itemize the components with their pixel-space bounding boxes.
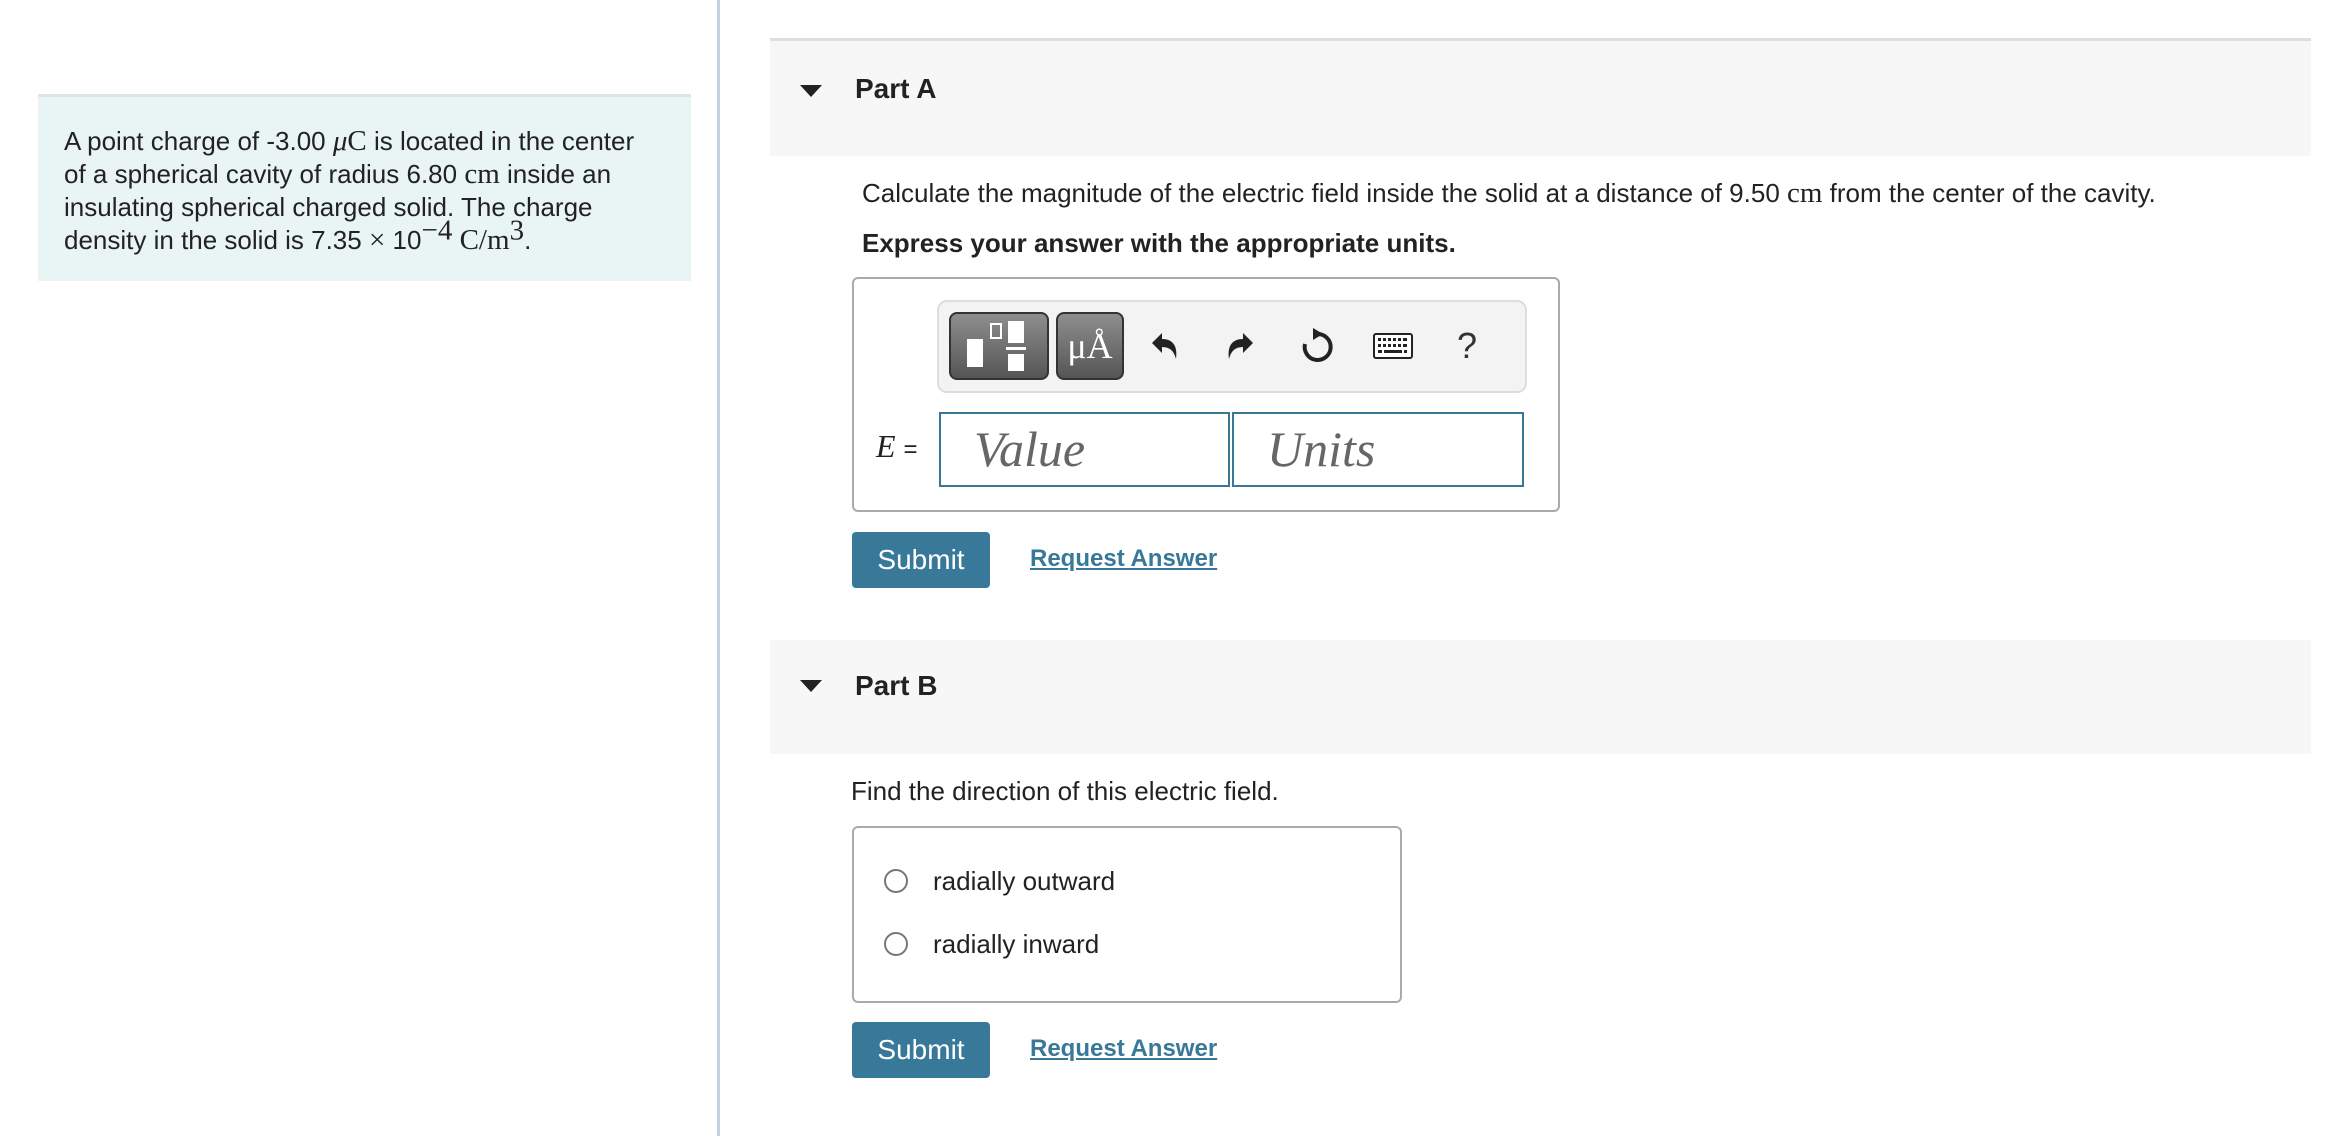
reset-icon xyxy=(1302,328,1333,362)
collapse-triangle-icon[interactable] xyxy=(800,680,822,692)
value-input[interactable]: Value xyxy=(939,412,1230,487)
math-toolbar: μÅ ? xyxy=(937,300,1527,393)
problem-line-2: of a spherical cavity of radius 6.80 cm … xyxy=(64,158,612,190)
problem-line-3: insulating spherical charged solid. The … xyxy=(64,192,593,222)
pane-divider[interactable] xyxy=(717,0,720,1136)
direction-options: radially outward radially inward xyxy=(852,826,1402,1003)
redo-icon xyxy=(1228,333,1253,359)
problem-line-1: A point charge of -3.00 μC is located in… xyxy=(64,125,635,157)
radio-button[interactable] xyxy=(884,869,908,893)
part-a-submit-button[interactable]: Submit xyxy=(852,532,990,588)
templates-icon xyxy=(967,321,1026,371)
undo-icon xyxy=(1152,333,1177,359)
units-button[interactable]: μÅ xyxy=(1056,312,1124,380)
part-b-header[interactable]: Part B xyxy=(770,640,2311,754)
units-input[interactable]: Units xyxy=(1232,412,1524,487)
problem-statement: A point charge of -3.00 μC is located in… xyxy=(38,94,691,281)
option-label[interactable]: radially inward xyxy=(933,929,1099,960)
part-b-title: Part B xyxy=(855,670,938,701)
part-a-prompt: Calculate the magnitude of the electric … xyxy=(862,177,2156,209)
problem-line-4: density in the solid is 7.35 × 10−4 C/m3… xyxy=(64,214,532,256)
part-b-submit-button[interactable]: Submit xyxy=(852,1022,990,1078)
radio-button[interactable] xyxy=(884,932,908,956)
keyboard-button[interactable] xyxy=(1365,318,1421,374)
keyboard-icon xyxy=(1373,333,1413,359)
part-b-request-answer-link[interactable]: Request Answer xyxy=(1030,1035,1217,1063)
variable-label: E = xyxy=(876,428,918,464)
option-label[interactable]: radially outward xyxy=(933,866,1115,897)
part-a-title: Part A xyxy=(855,73,937,104)
part-a-header[interactable]: Part A xyxy=(770,38,2311,156)
templates-button[interactable] xyxy=(949,312,1049,380)
redo-button[interactable] xyxy=(1212,318,1268,374)
part-a-request-answer-link[interactable]: Request Answer xyxy=(1030,545,1217,573)
reset-button[interactable] xyxy=(1289,318,1345,374)
part-a-instruction: Express your answer with the appropriate… xyxy=(862,228,1456,258)
collapse-triangle-icon[interactable] xyxy=(800,85,822,97)
undo-button[interactable] xyxy=(1137,318,1193,374)
help-button[interactable]: ? xyxy=(1439,318,1495,374)
part-b-prompt: Find the direction of this electric fiel… xyxy=(851,776,1279,806)
